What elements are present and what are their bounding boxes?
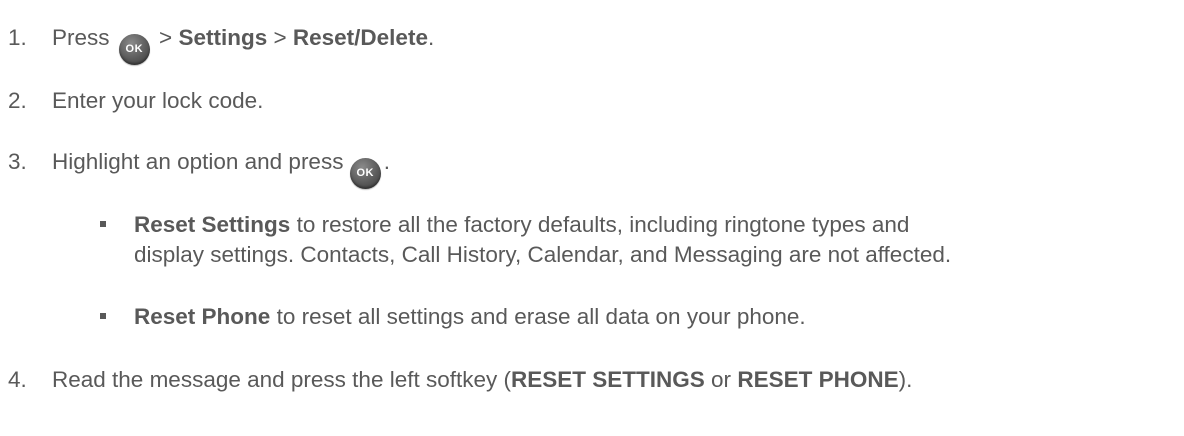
ok-button-icon: OK — [349, 158, 381, 189]
bullet-text: Reset Phone to reset all settings and er… — [134, 301, 806, 333]
step-number: 2. — [8, 88, 27, 113]
bullet-description: to restore all the factory defaults, inc… — [296, 212, 910, 237]
period: . — [427, 25, 435, 50]
bullet-square-icon — [100, 313, 106, 319]
arrow-separator: > — [273, 25, 287, 50]
reset-phone-softkey: RESET PHONE — [737, 367, 899, 392]
period: . — [383, 149, 390, 174]
step-text: Highlight an option and press OK. — [52, 146, 390, 189]
step-text: Read the message and press the left soft… — [52, 364, 912, 396]
or-text: or — [711, 367, 732, 392]
bullet-description: to reset all settings and erase all data… — [276, 304, 806, 329]
reset-phone-option: Reset Phone — [134, 304, 271, 329]
settings-menu-label: Settings — [178, 25, 268, 50]
step-text-main: Highlight an option and press — [52, 149, 344, 174]
step-text-main: Read the message and press the left soft… — [52, 367, 511, 392]
press-text: Press — [52, 25, 110, 50]
step-text: Enter your lock code. — [52, 88, 264, 113]
reset-settings-softkey: RESET SETTINGS — [511, 367, 705, 392]
closing-punctuation: ). — [898, 367, 913, 392]
ok-button-icon: OK — [118, 34, 150, 65]
step-number: 3. — [8, 149, 27, 174]
reset-settings-option: Reset Settings — [134, 212, 291, 237]
step-number: 4. — [8, 367, 27, 392]
arrow-separator: > — [159, 25, 173, 50]
step-number: 1. — [8, 25, 27, 50]
bullet-square-icon — [100, 221, 106, 227]
step-text: Press OK > Settings > Reset/Delete. — [52, 22, 434, 65]
bullet-text: Reset Settings to restore all the factor… — [134, 209, 909, 241]
bullet-description-continued: display settings. Contacts, Call History… — [134, 242, 952, 267]
reset-delete-menu-label: Reset/Delete — [292, 25, 428, 50]
bullet-reset-settings-continued: display settings. Contacts, Call History… — [134, 239, 951, 271]
